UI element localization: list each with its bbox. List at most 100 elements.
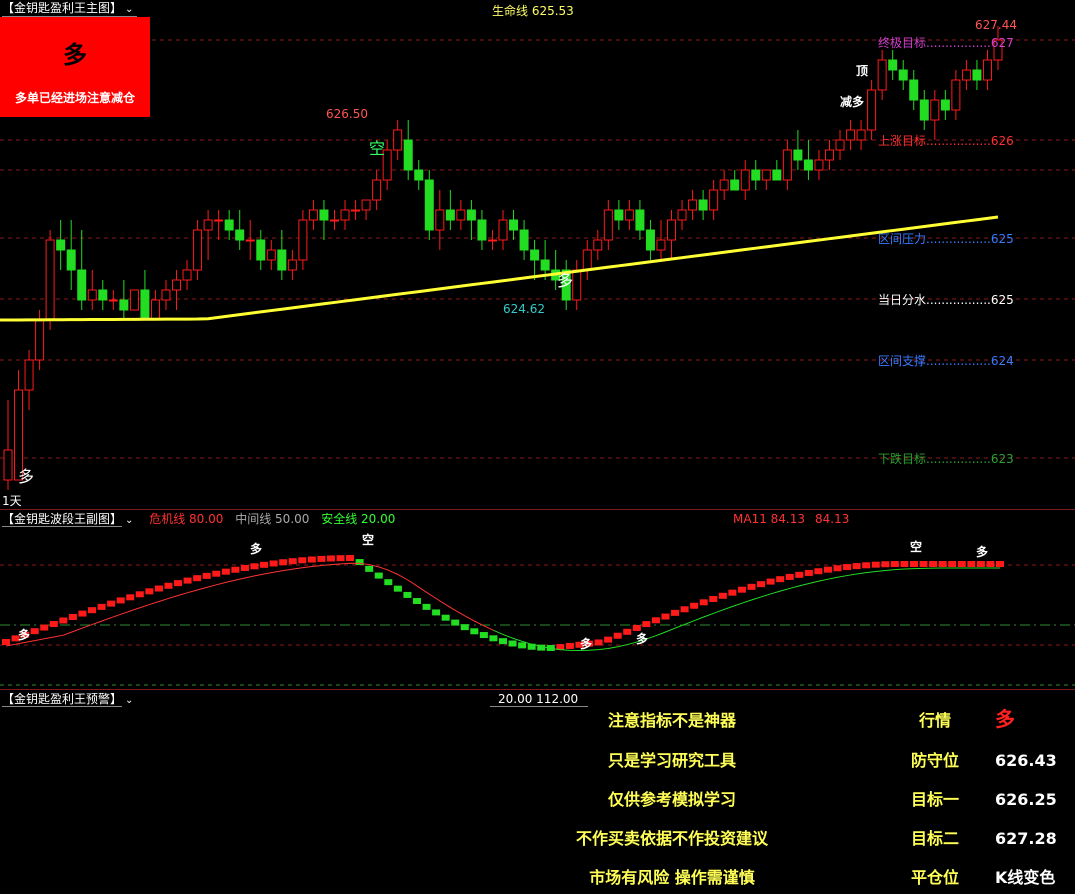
candle-body	[888, 59, 898, 71]
candle-body	[740, 169, 750, 191]
oscillator-block	[718, 592, 727, 599]
candle-body	[203, 219, 213, 231]
sub-long-marker: 多	[580, 637, 593, 651]
top-marker: 顶	[856, 64, 869, 78]
oscillator-block	[843, 564, 852, 571]
candle-body	[582, 249, 592, 271]
oscillator-block	[996, 561, 1004, 567]
oscillator-block	[154, 585, 163, 592]
oscillator-block	[68, 614, 77, 621]
candle-body	[108, 299, 118, 302]
short-signal-marker: 空	[369, 139, 386, 158]
oscillator-block	[145, 588, 154, 595]
sub-long-marker: 多	[250, 542, 263, 556]
candle-body	[509, 219, 519, 231]
oscillator-block	[40, 624, 49, 631]
sub-chart-pane[interactable]: 【金钥匙波段王副图】 ⌄ 危机线 80.00 中间线 50.00 安全线 20.0…	[0, 509, 1075, 689]
candle-body	[782, 149, 792, 181]
oscillator-block	[919, 561, 928, 567]
oscillator-block	[938, 561, 947, 567]
candle-body	[224, 219, 234, 231]
candle-body	[709, 189, 719, 211]
chevron-down-icon[interactable]: ⌄	[125, 695, 133, 706]
level-resistance: 区间压力.................625	[878, 232, 1014, 246]
candle-body	[856, 129, 866, 141]
warning-pane: 【金钥匙盈利王预警】 ⌄ 20.00 112.00 注意指标不是神器 只是学习研究…	[0, 689, 1075, 894]
oscillator-block	[97, 603, 106, 610]
candle-body	[235, 229, 245, 241]
oscillator-block	[929, 561, 938, 567]
candle-body	[266, 249, 276, 261]
oscillator-block	[623, 628, 632, 635]
candle-body	[677, 209, 687, 221]
oscillator-block	[250, 563, 259, 570]
oscillator-block	[326, 555, 335, 562]
oscillator-block	[403, 591, 412, 598]
level-down-target: 下跌目标.................623	[878, 452, 1014, 466]
candle-body	[56, 239, 66, 251]
oscillator-block	[795, 571, 804, 578]
candle-body	[846, 129, 856, 141]
oscillator-block	[862, 562, 871, 569]
value-target-1: 626.25	[995, 790, 1057, 809]
candle-body	[66, 249, 76, 271]
oscillator-block	[116, 597, 125, 604]
warning-title[interactable]: 【金钥匙盈利王预警】	[2, 692, 123, 707]
oscillator-block	[518, 642, 527, 649]
ma-value: 84.13	[815, 512, 850, 526]
oscillator-block	[489, 635, 498, 642]
candle-body	[477, 219, 487, 241]
oscillator-block	[365, 565, 374, 572]
candle-body	[35, 319, 45, 361]
candle-body	[572, 269, 582, 301]
oscillator-block	[317, 555, 326, 562]
candle-body	[372, 179, 382, 201]
candle-body	[245, 239, 255, 242]
level-up-target: 上涨目标.................626	[878, 134, 1014, 148]
oscillator-block	[183, 577, 192, 584]
oscillator-block	[384, 579, 393, 586]
candle-body	[329, 219, 339, 222]
oscillator-block	[164, 582, 173, 589]
candle-body	[3, 449, 13, 481]
candle-body	[277, 249, 287, 271]
candle-body	[77, 269, 87, 301]
main-chart-canvas[interactable]	[0, 0, 1075, 508]
main-chart-pane[interactable]: 【金钥匙盈利王主图】 ⌄ 生命线 625.53 多 多单已经进场注意减仓 1天 6…	[0, 0, 1075, 508]
sub-long-marker: 多	[976, 545, 989, 559]
low-price-label: 624.62	[503, 302, 545, 316]
oscillator-block	[594, 639, 603, 646]
oscillator-block	[776, 576, 785, 583]
oscillator-block	[967, 561, 976, 567]
oscillator-block	[508, 640, 517, 647]
sub-chart-canvas[interactable]	[0, 510, 1075, 689]
oscillator-ma-line	[493, 567, 1000, 652]
long-signal-marker: 多	[18, 467, 35, 486]
sub-chart-title[interactable]: 【金钥匙波段王副图】	[2, 512, 123, 527]
sub-chart-header: 【金钥匙波段王副图】 ⌄ 危机线 80.00 中间线 50.00 安全线 20.0…	[2, 512, 395, 527]
oscillator-block	[107, 600, 116, 607]
sub-short-marker: 空	[910, 540, 923, 554]
candle-body	[119, 299, 129, 311]
oscillator-block	[757, 581, 766, 588]
oscillator-block	[412, 598, 421, 605]
oscillator-block	[890, 561, 899, 568]
candle-body	[940, 99, 950, 111]
oscillator-block	[814, 568, 823, 575]
oscillator-block	[651, 617, 660, 624]
key-defense: 防守位	[910, 751, 959, 770]
candle-body	[424, 179, 434, 231]
main-chart-title[interactable]: 【金钥匙盈利王主图】 ⌄	[2, 1, 138, 17]
chevron-down-icon[interactable]: ⌄	[125, 4, 133, 15]
oscillator-block	[88, 607, 97, 614]
value-close: K线变色	[995, 868, 1056, 887]
period-label[interactable]: 1天	[2, 492, 22, 509]
candle-body	[730, 179, 740, 191]
oscillator-block	[260, 561, 269, 568]
candle-body	[24, 359, 34, 391]
warning-numbers: 20.00 112.00	[490, 692, 588, 707]
oscillator-block	[565, 642, 574, 649]
chevron-down-icon[interactable]: ⌄	[125, 515, 133, 526]
candle-body	[403, 139, 413, 171]
candle-body	[824, 149, 834, 161]
